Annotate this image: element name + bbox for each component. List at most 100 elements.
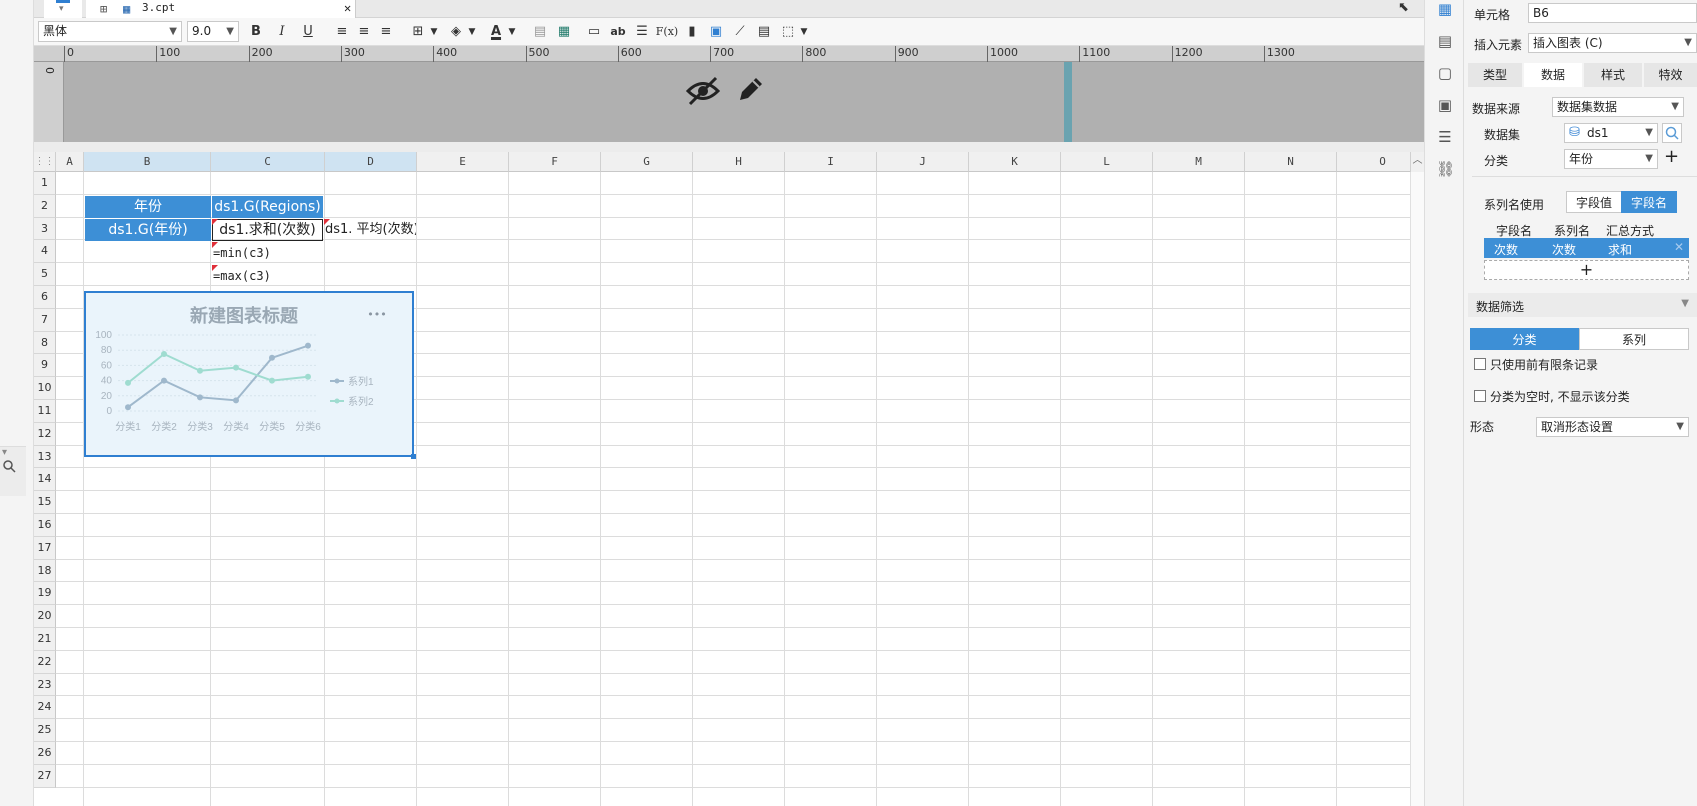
more-options-icon[interactable]: ••• [367,308,386,321]
chart-element[interactable]: 新建图表标题 ••• 0 20 40 60 80 100 分类1 分类2 分类3 分类4 分类5 分类… [84,291,414,457]
row-header-20[interactable]: 20 [34,605,56,628]
align-left-icon[interactable]: ≡ [332,22,352,42]
dataset-search-button[interactable] [1662,123,1682,143]
cell-c5[interactable]: =max(c3) [213,265,323,287]
row-header-8[interactable]: 8 [34,331,56,355]
column-header-e[interactable]: E [417,152,509,172]
filter-tab-category[interactable]: 分类 [1470,328,1579,350]
tab-prev[interactable]: ▾ [44,0,82,18]
row-header-17[interactable]: 17 [34,536,56,560]
row-header-3[interactable]: 3 [34,217,56,241]
italic-button[interactable]: I [272,22,292,42]
font-size-select[interactable]: 9.0 ▼ [187,21,239,42]
widget-icon[interactable]: ▢ [1436,64,1454,82]
search-icon[interactable] [2,459,16,473]
scroll-up-icon[interactable]: ︿ [1410,152,1424,172]
left-search-area[interactable]: ▾ [0,446,26,496]
series-field-value-option[interactable]: 字段值 [1566,191,1622,213]
paragraph-icon[interactable]: ☰ [632,22,652,42]
column-header-m[interactable]: M [1153,152,1245,172]
hide-icon[interactable] [686,76,720,106]
bold-button[interactable]: B [246,22,266,42]
merge-cells-icon[interactable]: ▤ [530,22,550,42]
row-header-19[interactable]: 19 [34,582,56,606]
edit-icon[interactable] [734,74,766,106]
row-header-13[interactable]: 13 [34,445,56,469]
select-all-corner[interactable]: ⋮⋮ [34,152,56,172]
tab-type[interactable]: 类型 [1468,63,1522,87]
row-header-26[interactable]: 26 [34,742,56,765]
frozen-divider[interactable] [1064,62,1072,142]
cell-c2[interactable]: ds1.G(Regions) [212,196,323,218]
cell-c4[interactable]: =min(c3) [213,242,323,264]
add-series-button[interactable]: + [1484,260,1689,280]
bar-chart-icon[interactable]: ▮ [682,22,702,42]
chevron-down-icon[interactable]: ▼ [462,22,482,42]
chevron-down-icon[interactable]: ▾ [59,4,64,14]
row-header-1[interactable]: 1 [34,172,56,195]
category-select[interactable]: 年份 ▼ [1564,149,1658,169]
row-header-9[interactable]: 9 [34,354,56,378]
table-icon[interactable]: ▦ [554,22,574,42]
cell-d3[interactable]: ds1. 平均(次数) [325,219,416,241]
filter-tab-series[interactable]: 系列 [1579,328,1689,350]
column-header-a[interactable]: A [56,152,84,172]
column-header-f[interactable]: F [509,152,601,172]
limit-records-checkbox[interactable] [1474,358,1486,370]
filter-section-header[interactable]: 数据筛选 ▼ [1468,293,1697,317]
dataset-select[interactable]: ⛁ ds1 ▼ [1564,123,1658,143]
row-header-24[interactable]: 24 [34,696,56,720]
tab-data[interactable]: 数据 [1524,63,1582,87]
chevron-down-icon[interactable]: ▾ [2,447,7,458]
resize-handle[interactable] [411,454,416,459]
row-header-25[interactable]: 25 [34,719,56,742]
series-row[interactable]: 次数 次数 求和 ✕ [1484,238,1689,258]
row-header-6[interactable]: 6 [34,286,56,309]
row-header-22[interactable]: 22 [34,650,56,674]
formula-button[interactable]: F(x) [655,22,679,42]
form-select[interactable]: 取消形态设置 ▼ [1536,417,1689,437]
series-field-name-option[interactable]: 字段名 [1621,191,1677,213]
column-header-c[interactable]: C [211,152,325,172]
row-header-27[interactable]: 27 [34,764,56,788]
chevron-down-icon[interactable]: ▼ [424,22,444,42]
cell-properties-icon[interactable]: ▦ [1436,0,1454,18]
column-header-d[interactable]: D [325,152,417,172]
column-header-i[interactable]: I [785,152,877,172]
row-header-7[interactable]: 7 [34,308,56,332]
cell-c3[interactable]: ds1.求和(次数) [212,219,323,241]
tab-effects[interactable]: 特效 [1644,63,1697,87]
column-header-b[interactable]: B [84,152,211,172]
row-header-21[interactable]: 21 [34,628,56,651]
tab-file[interactable]: ⊞ ▦ 3.cpt ✕ [86,0,356,18]
row-header-14[interactable]: 14 [34,468,56,492]
chevron-down-icon[interactable]: ▼ [502,22,522,42]
column-header-k[interactable]: K [969,152,1061,172]
text-button[interactable]: ab [608,22,628,42]
dropdown-widget-icon[interactable]: ▣ [1436,96,1454,114]
slash-icon[interactable]: ⟋ [730,22,750,42]
row-header-2[interactable]: 2 [34,194,56,218]
column-header-h[interactable]: H [693,152,785,172]
data-column-icon[interactable]: ☰ [1436,128,1454,146]
cell-b2[interactable]: 年份 [85,196,211,218]
image-icon[interactable]: ▣ [706,22,726,42]
row-header-15[interactable]: 15 [34,491,56,514]
align-right-icon[interactable]: ≡ [376,22,396,42]
delete-icon[interactable]: ✕ [1674,240,1684,254]
row-header-11[interactable]: 11 [34,400,56,423]
row-header-16[interactable]: 16 [34,514,56,537]
row-header-23[interactable]: 23 [34,673,56,697]
align-center-icon[interactable]: ≡ [354,22,374,42]
hyperlink-icon[interactable]: ⛓ [1436,160,1455,178]
vertical-scrollbar[interactable] [1410,172,1424,806]
row-header-18[interactable]: 18 [34,559,56,583]
insert-row-icon[interactable]: ▭ [584,22,604,42]
row-header-10[interactable]: 10 [34,377,56,400]
row-header-4[interactable]: 4 [34,240,56,264]
underline-button[interactable]: U [298,22,318,42]
sub-report-icon[interactable]: ▤ [754,22,774,42]
close-tab-icon[interactable]: ✕ [344,0,351,16]
add-category-icon[interactable]: + [1664,146,1679,167]
column-header-j[interactable]: J [877,152,969,172]
